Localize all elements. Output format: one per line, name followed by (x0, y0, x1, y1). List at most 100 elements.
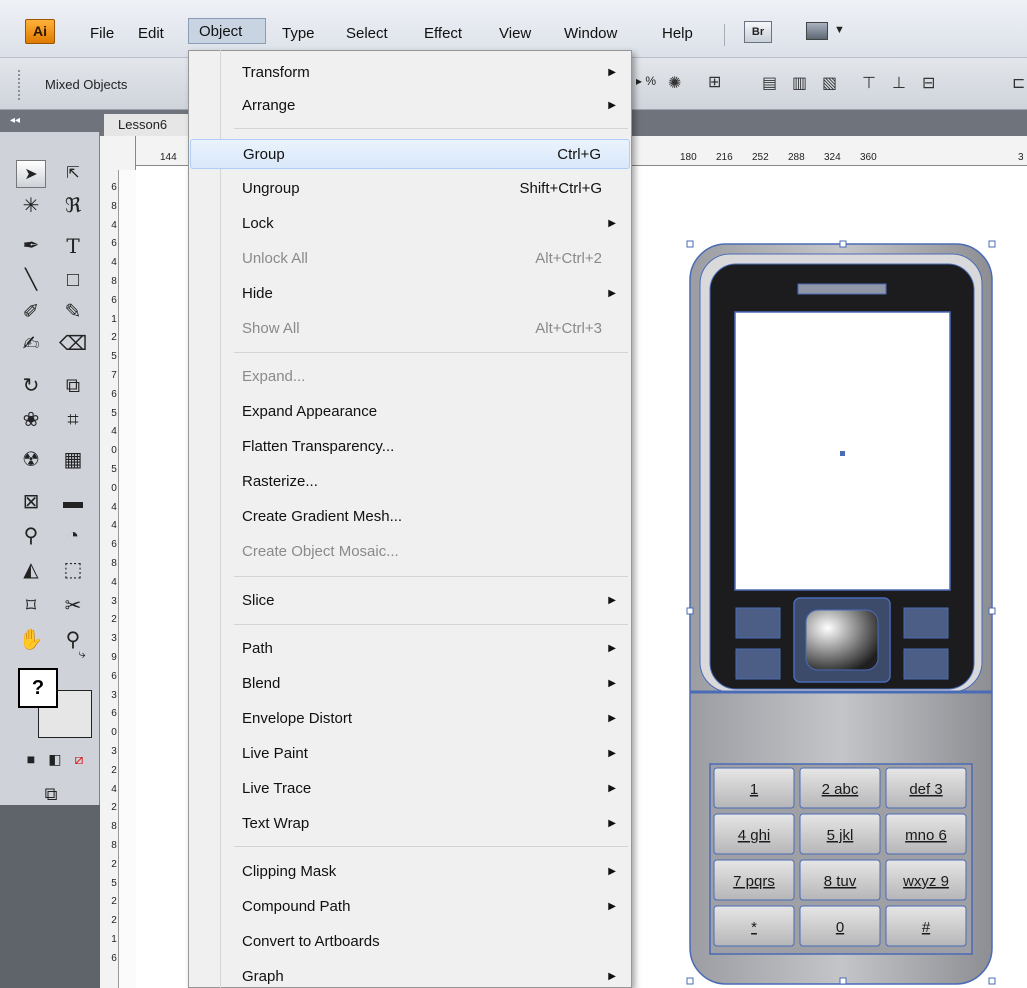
menu-item-envelope-distort[interactable]: Envelope Distort ▶ (190, 704, 630, 734)
menu-help[interactable]: Help (662, 24, 693, 48)
align-more-icon[interactable]: ⊏ (1012, 73, 1025, 95)
menu-item-text-wrap[interactable]: Text Wrap ▶ (190, 809, 630, 839)
magic-wand-tool-icon[interactable]: ✳ (16, 192, 46, 220)
pencil-tool-icon[interactable]: ✎ (58, 298, 88, 326)
blend-tool-icon[interactable]: ◔ (58, 522, 88, 550)
submenu-arrow-icon: ▶ (608, 866, 616, 877)
menu-item-label: Path (242, 640, 273, 657)
bbox-handle (686, 977, 694, 985)
align-middle-icon[interactable]: ⊥ (892, 73, 906, 95)
menu-item-expand-appearance[interactable]: Expand Appearance (190, 397, 630, 427)
menu-item-clipping-mask[interactable]: Clipping Mask ▶ (190, 857, 630, 887)
menu-object[interactable]: Object (188, 18, 266, 44)
menu-file[interactable]: File (90, 24, 114, 48)
direct-selection-tool-icon[interactable]: ⇱ (58, 160, 88, 188)
app-logo: Ai (25, 19, 55, 44)
live-paint-bucket-tool-icon[interactable]: ◭ (16, 556, 46, 584)
menu-item-path[interactable]: Path ▶ (190, 634, 630, 664)
line-tool-icon[interactable]: ╲ (16, 266, 46, 294)
rectangle-tool-icon[interactable]: □ (58, 266, 88, 294)
blob-brush-tool-icon[interactable]: ✍ (16, 330, 46, 358)
align-right-icon[interactable]: ▧ (822, 73, 837, 95)
warp-tool-icon[interactable]: ❀ (16, 406, 46, 434)
selection-tool-icon[interactable]: ➤ (16, 160, 46, 188)
menu-item-flatten-transparency[interactable]: Flatten Transparency... (190, 432, 630, 462)
rotate-tool-icon[interactable]: ↻ (16, 372, 46, 400)
document-tab[interactable]: Lesson6 (104, 114, 192, 136)
paintbrush-tool-icon[interactable]: ✐ (16, 298, 46, 326)
menu-item-slice[interactable]: Slice ▶ (190, 586, 630, 616)
recolor-icon[interactable]: ✺ (668, 73, 681, 95)
menu-item-hide[interactable]: Hide ▶ (190, 279, 630, 309)
workspace-icon[interactable] (806, 22, 828, 40)
ruler-tick: 360 (860, 152, 877, 163)
submenu-arrow-icon: ▶ (608, 678, 616, 689)
menu-item-label: Unlock All (242, 250, 308, 267)
transform-icon[interactable]: ⊞ (708, 72, 721, 94)
screen-mode-icon[interactable]: ⧉ (36, 780, 66, 808)
lasso-tool-icon[interactable]: ℜ (58, 192, 88, 220)
eraser-tool-icon[interactable]: ⌫ (58, 330, 88, 358)
none-mode-icon[interactable]: ⧄ (64, 745, 94, 773)
fill-swatch[interactable]: ? (18, 668, 58, 708)
menu-select[interactable]: Select (346, 24, 388, 48)
nav-button (805, 609, 879, 671)
menu-item-live-trace[interactable]: Live Trace ▶ (190, 774, 630, 804)
submenu-arrow-icon: ▶ (608, 901, 616, 912)
menu-item-create-object-mosaic[interactable]: Create Object Mosaic... (190, 537, 630, 567)
menu-type[interactable]: Type (282, 24, 315, 48)
live-paint-selection-tool-icon[interactable]: ⬚ (58, 556, 88, 584)
grip-handle[interactable] (18, 70, 22, 100)
bridge-icon[interactable]: Br (744, 21, 772, 43)
align-left-icon[interactable]: ▤ (762, 73, 777, 95)
artboard-tool-icon[interactable]: ⌑ (16, 592, 46, 620)
menu-item-graph[interactable]: Graph ▶ (190, 962, 630, 988)
phone-artwork[interactable]: 1 2 abc def 3 4 ghi 5 jkl mno 6 7 pqrs 8 tuv wxy… (676, 232, 1006, 988)
menu-item-compound-path[interactable]: Compound Path ▶ (190, 892, 630, 922)
submenu-arrow-icon: ▶ (608, 713, 616, 724)
menu-item-label: Hide (242, 285, 273, 302)
menu-item-ungroup[interactable]: Ungroup Shift+Ctrl+G (190, 174, 630, 204)
align-center-icon[interactable]: ▥ (792, 73, 807, 95)
ruler-tick: 144 (160, 152, 177, 163)
pen-tool-icon[interactable]: ✒ (16, 232, 46, 260)
menu-item-expand[interactable]: Expand... (190, 362, 630, 392)
menu-item-create-gradient-mesh[interactable]: Create Gradient Mesh... (190, 502, 630, 532)
free-transform-tool-icon[interactable]: ⌗ (58, 406, 88, 434)
mesh-tool-icon[interactable]: ⊠ (16, 488, 46, 516)
menu-item-live-paint[interactable]: Live Paint ▶ (190, 739, 630, 769)
align-bottom-icon[interactable]: ⊟ (922, 73, 935, 95)
eyedropper-tool-icon[interactable]: ⚲ (16, 522, 46, 550)
menu-edit[interactable]: Edit (138, 24, 164, 48)
menu-item-arrange[interactable]: Arrange ▶ (190, 91, 630, 121)
bbox-handle (988, 607, 996, 615)
menu-item-lock[interactable]: Lock ▶ (190, 209, 630, 239)
scale-tool-icon[interactable]: ⧉ (58, 372, 88, 400)
menu-view[interactable]: View (499, 24, 531, 48)
menu-item-blend[interactable]: Blend ▶ (190, 669, 630, 699)
symbol-sprayer-tool-icon[interactable]: ☢ (16, 446, 46, 474)
ruler-digit: 8 (111, 200, 117, 212)
align-top-icon[interactable]: ⊤ (862, 73, 876, 95)
menu-item-transform[interactable]: Transform ▶ (190, 58, 630, 88)
hand-tool-icon[interactable]: ✋ (16, 626, 46, 654)
gradient-tool-icon[interactable]: ▬ (58, 488, 88, 516)
opacity-percent[interactable]: ▸ % (636, 74, 656, 88)
menu-item-group[interactable]: Group Ctrl+G (190, 139, 630, 169)
ruler-digit: 7 (111, 370, 117, 381)
menu-effect[interactable]: Effect (424, 24, 462, 48)
swap-fill-stroke-icon[interactable]: ⤷ (72, 640, 92, 668)
slice-tool-icon[interactable]: ✂ (58, 592, 88, 620)
menu-item-rasterize[interactable]: Rasterize... (190, 467, 630, 497)
graph-tool-icon[interactable]: ▦ (58, 446, 88, 474)
type-tool-icon[interactable]: T (58, 232, 88, 260)
chevron-down-icon[interactable]: ▼ (834, 24, 845, 36)
menu-item-unlock-all[interactable]: Unlock All Alt+Ctrl+2 (190, 244, 630, 274)
tools-panel-header[interactable]: ◂◂ (0, 110, 100, 132)
ruler-tick: 252 (752, 152, 769, 163)
menu-item-convert-to-artboards[interactable]: Convert to Artboards (190, 927, 630, 957)
ruler-digit: 2 (111, 802, 117, 814)
menu-item-show-all[interactable]: Show All Alt+Ctrl+3 (190, 314, 630, 344)
menu-window[interactable]: Window (564, 24, 617, 48)
menu-separator (234, 624, 628, 625)
